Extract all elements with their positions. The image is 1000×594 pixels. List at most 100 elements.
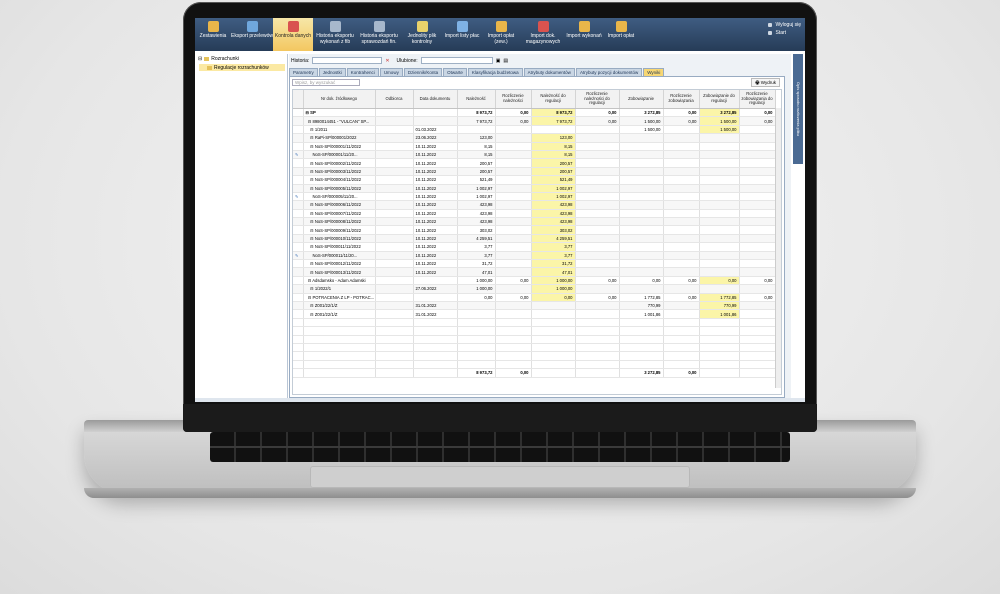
table-row[interactable]: ⊟ 8980014451 - "VULCAN" SP... 7 973,72 0,0… [293, 116, 776, 126]
column-header[interactable]: Zobowiązanie [619, 90, 664, 109]
table-cell [575, 267, 620, 277]
table-row[interactable]: ✎ NoS-SP/000005/11/20... 10.11.2022 1 002,… [293, 192, 776, 202]
table-row[interactable]: ✎ NoS-SP/000011/11/20... 10.11.2022 3,77 3,… [293, 251, 776, 261]
print-button[interactable]: 🖶 Wydruk [751, 78, 780, 87]
table-cell: 1 500,00 [699, 116, 740, 126]
toolbar-button-0[interactable]: Zestawienia [195, 18, 231, 51]
table-row[interactable]: ⊟ NoS-SP/000006/11/2022 10.11.2022 423,98 4… [293, 200, 776, 210]
table-cell: 0,00 [739, 108, 776, 118]
column-header[interactable]: Rozliczenie należności [495, 90, 532, 109]
table-row[interactable]: ⊟ POTRACENIA Z LP - POTRAC... 0,00 0,00 0,0… [293, 293, 776, 303]
toolbar-button-3[interactable]: Historia eksportu wykonań z fib [313, 18, 357, 51]
column-header[interactable]: Rozliczenie zobowiązania [663, 90, 700, 109]
toolbar-button-4[interactable]: Historia eksportu sprawozdań fin. [357, 18, 401, 51]
toolbar-button-9[interactable]: Import wykonań [565, 18, 603, 51]
table-cell [575, 251, 620, 261]
column-header[interactable]: Należność [457, 90, 496, 109]
table-cell: 0,00 [699, 276, 740, 286]
folder-icon [207, 65, 212, 70]
table-row[interactable]: ⊟ SP 8 973,72 0,00 8 973,72 0,00 3 272,85 0,00… [293, 108, 776, 118]
tree-node-rozrachunki[interactable]: ⊟ Rozrachunki [198, 56, 239, 62]
tab-3[interactable]: Umowy [379, 68, 403, 76]
table-row[interactable]: ⊟ NoS-SP/000013/11/2022 10.11.2022 47,01 47… [293, 267, 776, 277]
tab-7[interactable]: Atrybuty dokumentów [523, 68, 575, 76]
search-input[interactable]: Wpisz, by wyszukać [292, 79, 360, 86]
table-row[interactable]: ⊟ NoS-SP/000003/11/2022 10.11.2022 200,57 2… [293, 167, 776, 177]
column-header[interactable]: Należność do regulacji [531, 90, 576, 109]
table-row[interactable]: ✎ NoS-SP/000001/11/20... 10.11.2022 8,15 8,… [293, 150, 776, 160]
toolbar-button-7[interactable]: Import opłat (zew.) [481, 18, 521, 51]
table-cell [699, 242, 740, 252]
table-row[interactable]: ⊟ NoS-SP/000007/11/2022 10.11.2022 423,98 4… [293, 209, 776, 219]
laptop-foot [84, 488, 916, 498]
tree-node-regulacje[interactable]: Regulacje rozrachunków [199, 64, 285, 71]
table-row[interactable]: ⊟ NoS-SP/000008/11/2022 10.11.2022 423,98 4… [293, 217, 776, 227]
folder-icon [204, 57, 210, 61]
column-header[interactable]: Rozliczenie należności do regulacji [575, 90, 620, 109]
delete-icon[interactable]: ▤ [503, 58, 508, 64]
tab-2[interactable]: Kontrahenci [346, 68, 379, 76]
expand-icon[interactable]: ⊟ [198, 56, 202, 62]
column-header[interactable]: Nr dok. źródłowego [303, 90, 376, 109]
column-header[interactable]: Rozliczenie zobowiązania do regulacji [739, 90, 776, 109]
total-cell [531, 368, 576, 378]
table-row[interactable]: ⊟ NoS-SP/000010/11/2022 10.11.2022 4 259,5… [293, 234, 776, 244]
column-header[interactable] [293, 90, 304, 109]
table-cell [699, 150, 740, 160]
toolbar-button-5[interactable]: Jednolity plik kontrolny [401, 18, 443, 51]
total-cell [699, 368, 740, 378]
table-row[interactable]: ⊟ NoS-SP/000012/11/2022 10.11.2022 31,72 31… [293, 259, 776, 269]
table-row[interactable]: ⊟ NoS-SP/000011/11/2022 10.11.2022 3,77 3,7… [293, 242, 776, 252]
table-row[interactable]: ⊟ 1/2022/1 27.06.2022 1 000,00 1 000,00 [293, 284, 776, 294]
side-panel-tab[interactable]: Opis sposobu rozliczenia pliku [793, 54, 803, 164]
toolbar-button-8[interactable]: Import dok. magazynowych [521, 18, 565, 51]
table-row[interactable]: ⊟ Z001/22/1/Z 31.01.2022 1 001,86 1 001,86 [293, 309, 776, 319]
toolbar-button-6[interactable]: Import listy płac [443, 18, 481, 51]
table-cell [303, 326, 376, 336]
table-row[interactable]: ⊟ NoS-SP/000002/11/2022 10.11.2022 200,57 2… [293, 158, 776, 168]
tab-8[interactable]: Atrybuty pozycji dokumentów [575, 68, 643, 76]
tab-6[interactable]: Klasyfikacja budżetowa [467, 68, 523, 76]
logout-button[interactable]: Wyloguj się [768, 21, 801, 29]
column-header[interactable]: Odbiorca [375, 90, 414, 109]
table-cell: 770,99 [619, 301, 664, 311]
table-cell [739, 125, 776, 135]
historia-dropdown[interactable] [312, 57, 383, 64]
vertical-scrollbar[interactable] [775, 108, 781, 388]
table-row[interactable]: ⊟ Z001/22/1/Z 31.01.2022 770,99 770,99 [293, 301, 776, 311]
table-row[interactable]: ⊟ 1/2011 01.03.2022 1 500,00 1 500,00 [293, 125, 776, 135]
table-row[interactable]: ⊟ NoS-SP/000001/11/2022 10.11.2022 8,15 8,1… [293, 142, 776, 151]
toolbar-button-2[interactable]: Kontrola danych [273, 18, 313, 51]
table-row[interactable]: ⊟ NoS-SP/000009/11/2022 10.11.2022 303,02 3… [293, 225, 776, 235]
table-cell [699, 259, 740, 269]
table-cell: 0,00 [495, 276, 532, 286]
table-row[interactable]: ⊟ NoS-SP/000004/11/2022 10.11.2022 521,49 5… [293, 175, 776, 185]
table-cell [303, 343, 376, 353]
table-cell [575, 309, 620, 319]
table-cell: 1 000,00 [531, 284, 576, 294]
tab-1[interactable]: Jednostki [318, 68, 346, 76]
keyboard-row-divider [210, 446, 790, 448]
tab-0[interactable]: Parametry [289, 68, 318, 76]
table-row[interactable]: ⊟ Adsdamsko - Adam Adamski 1 000,00 0,00 1 … [293, 276, 776, 286]
table-cell [375, 217, 414, 227]
column-header[interactable]: Data dokumentu [413, 90, 458, 109]
table-cell: ⊟ 8980014451 - "VULCAN" SP... [303, 116, 376, 126]
table-cell [293, 276, 304, 286]
ulubione-dropdown[interactable] [420, 57, 493, 64]
clear-icon[interactable]: ✕ [385, 58, 389, 64]
tab-5[interactable]: Otwarte [443, 68, 467, 76]
tab-4[interactable]: Dziennik/Konta [403, 68, 443, 76]
results-pane: Wpisz, by wyszukać 🖶 Wydruk Nr dok. źród… [289, 76, 785, 398]
column-header[interactable]: Zobowiązanie do regulacji [699, 90, 740, 109]
save-icon[interactable]: ▣ [496, 58, 501, 64]
start-button[interactable]: Start [768, 29, 801, 37]
table-cell [495, 158, 532, 168]
tab-9[interactable]: Wyniki [643, 68, 665, 76]
toolbar-button-10[interactable]: Import opłat [603, 18, 639, 51]
table-row[interactable]: ⊟ NoS-SP/000005/11/2022 10.11.2022 1 002,9… [293, 184, 776, 193]
table-row[interactable]: ⊟ RaPi-SP/000001/2022 23.06.2022 123,00 123… [293, 133, 776, 143]
table-cell: ⊟ Z001/22/1/Z [303, 309, 376, 319]
table-cell: 10.11.2022 [413, 200, 458, 210]
toolbar-button-1[interactable]: Eksport przelewów [231, 18, 273, 51]
